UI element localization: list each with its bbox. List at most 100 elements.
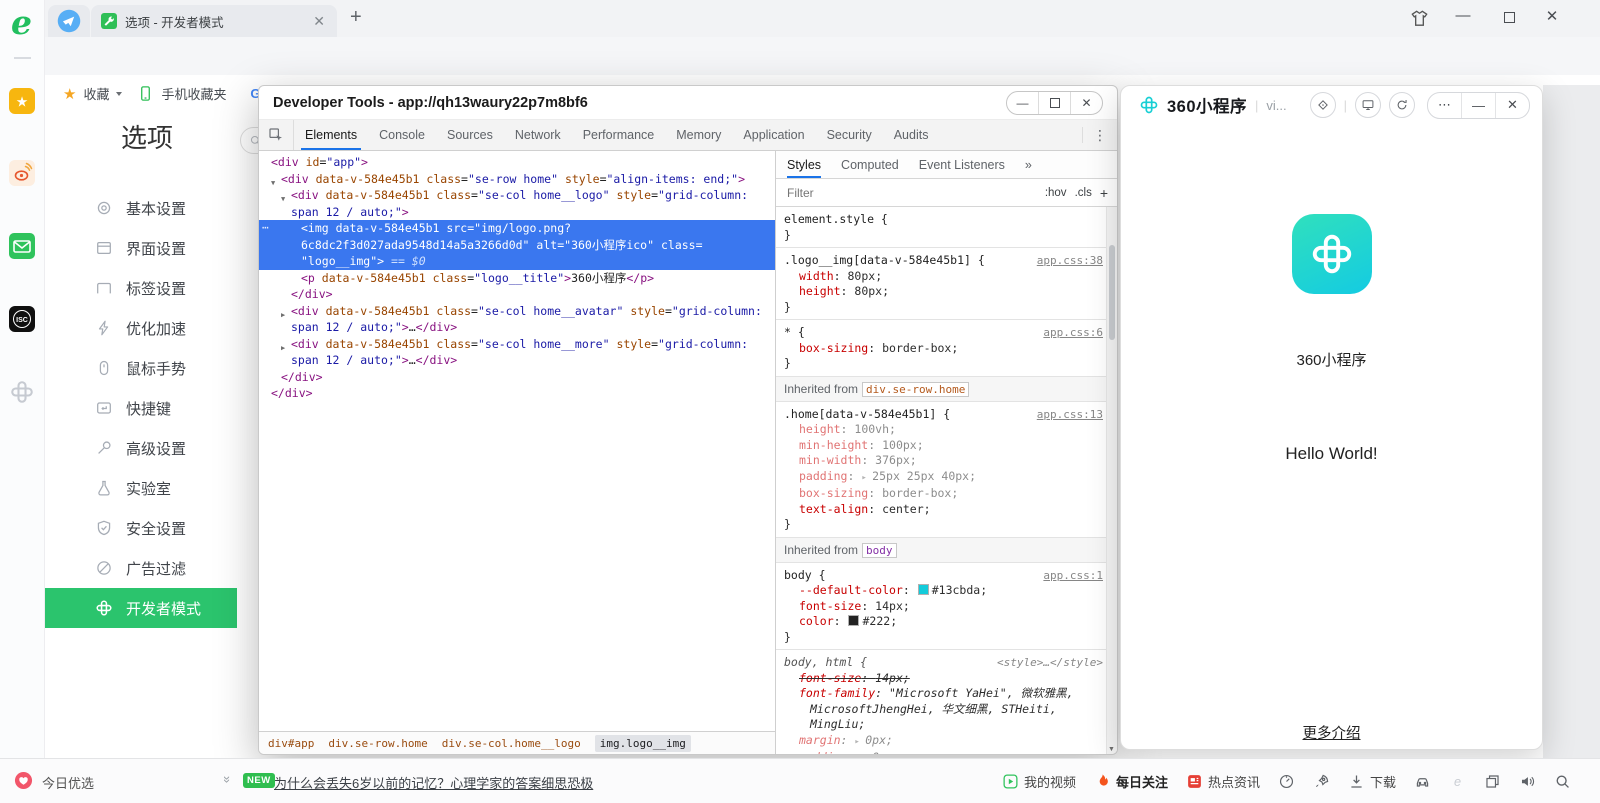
more-info-link[interactable]: 更多介绍 xyxy=(1121,722,1542,743)
dom-tree-line[interactable]: ▶<div data-v-584e45b1 class="se-col home… xyxy=(259,336,775,353)
color-swatch[interactable] xyxy=(918,584,929,595)
inherited-node-chip[interactable]: div.se-row.home xyxy=(862,382,969,397)
miniapp-more-button[interactable]: ⋯ xyxy=(1428,93,1461,118)
devtools-menu-icon[interactable]: ⋮ xyxy=(1082,127,1117,143)
css-property[interactable]: font-size: 14px; xyxy=(784,671,1103,687)
styles-filter-input[interactable] xyxy=(785,185,1037,201)
isc-icon[interactable]: ISC xyxy=(9,306,35,332)
css-selector[interactable]: element.style { xyxy=(784,212,888,228)
css-property[interactable]: padding: ▸ 0px; xyxy=(784,750,1103,754)
mobile-favorites-label[interactable]: 手机收藏夹 xyxy=(161,84,226,103)
css-source-link[interactable]: <style>…</style> xyxy=(989,655,1103,671)
collapse-chevron-icon[interactable]: » xyxy=(220,776,235,783)
sidebar-item-lab[interactable]: 实验室 xyxy=(45,468,237,508)
dom-tree-line[interactable]: ⋯<img data-v-584e45b1 src="img/logo.png? xyxy=(259,220,775,237)
devtools-tab-elements[interactable]: Elements xyxy=(294,120,368,150)
statusbar-flame-item[interactable]: 每日关注 xyxy=(1094,772,1168,791)
heart-icon[interactable] xyxy=(14,771,33,790)
devtools-tab-memory[interactable]: Memory xyxy=(665,120,732,150)
dom-tree-line[interactable]: ▶<div data-v-584e45b1 class="se-col home… xyxy=(259,303,775,320)
sidebar-item-hotkeys[interactable]: 快捷键 xyxy=(45,388,237,428)
mail-icon[interactable] xyxy=(9,233,35,259)
dom-tree-line[interactable]: <p data-v-584e45b1 class="logo__title">3… xyxy=(259,270,775,287)
miniapp-about-button[interactable] xyxy=(1310,92,1336,118)
tab-close-icon[interactable]: ✕ xyxy=(311,13,327,30)
css-property[interactable]: margin: ▸ 0px; xyxy=(784,733,1103,751)
expand-shorthand-icon[interactable]: ▸ xyxy=(861,473,872,483)
scrollbar-thumb[interactable] xyxy=(1109,245,1115,340)
css-property[interactable]: text-align: center; xyxy=(784,502,1103,518)
css-property[interactable]: --default-color: #13cbda; xyxy=(784,583,1103,599)
statusbar-speaker-button[interactable] xyxy=(1519,773,1536,790)
rail-collapse-handle[interactable] xyxy=(14,57,31,59)
sidebar-item-speedup[interactable]: 优化加速 xyxy=(45,308,237,348)
dom-tree-line[interactable]: ▼<div data-v-584e45b1 class="se-row home… xyxy=(259,171,775,188)
css-property[interactable]: height: 100vh; xyxy=(784,422,1103,438)
breadcrumb-node[interactable]: img.logo__img xyxy=(595,735,691,752)
css-selector[interactable]: .home[data-v-584e45b1] { xyxy=(784,407,950,423)
hov-toggle[interactable]: :hov xyxy=(1045,187,1067,199)
favorites-label[interactable]: 收藏 xyxy=(83,84,109,103)
miniapp-close-button[interactable]: ✕ xyxy=(1495,93,1529,118)
devtools-tab-performance[interactable]: Performance xyxy=(572,120,666,150)
theme-skin-icon[interactable] xyxy=(1409,8,1430,29)
css-property[interactable]: box-sizing: border-box; xyxy=(784,341,1103,357)
window-restore-button[interactable] xyxy=(1498,10,1520,27)
devtools-minimize-button[interactable]: — xyxy=(1007,92,1038,114)
devtools-maximize-button[interactable] xyxy=(1038,92,1070,114)
css-source-link[interactable]: app.css:38 xyxy=(1029,253,1103,269)
scrollbar-down-icon[interactable]: ▼ xyxy=(1108,746,1115,753)
sidebar-item-interface[interactable]: 界面设置 xyxy=(45,228,237,268)
statusbar-winstack-button[interactable] xyxy=(1484,773,1501,790)
styles-pane-tab-styles[interactable]: Styles xyxy=(787,151,821,178)
sidebar-item-adblock[interactable]: 广告过滤 xyxy=(45,548,237,588)
sidebar-item-devmode[interactable]: 开发者模式 xyxy=(45,588,237,628)
devtools-close-button[interactable]: ✕ xyxy=(1070,92,1102,114)
cls-toggle[interactable]: .cls xyxy=(1075,187,1092,199)
dom-tree-line[interactable]: ▼<div data-v-584e45b1 class="se-col home… xyxy=(259,187,775,204)
statusbar-speed-button[interactable] xyxy=(1278,773,1295,790)
css-property[interactable]: box-sizing: border-box; xyxy=(784,486,1103,502)
styles-pane-tab-event-listeners[interactable]: Event Listeners xyxy=(919,151,1005,178)
devtools-tab-console[interactable]: Console xyxy=(368,120,436,150)
dom-tree-line[interactable]: span 12 / auto;"> xyxy=(259,204,775,221)
statusbar-rocket-button[interactable] xyxy=(1313,773,1330,790)
pinned-tab[interactable] xyxy=(48,5,90,37)
new-style-rule-button[interactable]: + xyxy=(1100,185,1108,201)
news-headline-link[interactable]: 为什么会丢失6岁以前的记忆？心理学家的答案细思恐极 xyxy=(274,773,593,792)
statusbar-magnifier-button[interactable] xyxy=(1554,773,1571,790)
sidebar-item-basic[interactable]: 基本设置 xyxy=(45,188,237,228)
css-property[interactable]: font-family: "Microsoft YaHei", 微软雅黑, Mi… xyxy=(784,686,1103,733)
inspect-element-icon[interactable] xyxy=(259,120,294,150)
statusbar-video-item[interactable]: 我的视频 xyxy=(1002,772,1076,791)
dom-tree-line[interactable]: </div> xyxy=(259,286,775,303)
css-source-link[interactable]: app.css:13 xyxy=(1029,407,1103,423)
inherited-node-chip[interactable]: body xyxy=(862,543,897,558)
devtools-tab-audits[interactable]: Audits xyxy=(883,120,940,150)
css-selector[interactable]: * { xyxy=(784,325,805,341)
css-property[interactable]: min-width: 376px; xyxy=(784,453,1103,469)
active-tab[interactable]: 选项 - 开发者模式 ✕ xyxy=(91,5,337,37)
dom-tree-line[interactable]: span 12 / auto;">…</div> xyxy=(259,352,775,369)
statusbar-ie-button[interactable]: e xyxy=(1449,773,1466,790)
window-minimize-button[interactable]: — xyxy=(1452,7,1474,24)
dom-tree-line[interactable]: "logo__img"> == $0 xyxy=(259,253,775,270)
css-selector[interactable]: body { xyxy=(784,568,826,584)
daily-picks-label[interactable]: 今日优选 xyxy=(42,773,94,792)
css-property[interactable]: min-height: 100px; xyxy=(784,438,1103,454)
css-property[interactable]: padding: ▸ 25px 25px 40px; xyxy=(784,469,1103,487)
devtools-titlebar[interactable]: Developer Tools - app://qh13waury22p7m8b… xyxy=(259,86,1117,119)
expand-shorthand-icon[interactable]: ▸ xyxy=(854,737,865,747)
favorites-dropdown-icon[interactable] xyxy=(116,92,122,96)
breadcrumb-node[interactable]: div.se-row.home xyxy=(328,737,427,750)
color-swatch[interactable] xyxy=(848,615,859,626)
new-tab-button[interactable]: + xyxy=(350,6,362,29)
star-icon[interactable]: ★ xyxy=(9,88,35,114)
sidebar-item-security[interactable]: 安全设置 xyxy=(45,508,237,548)
miniapp-desktop-button[interactable] xyxy=(1355,92,1381,118)
css-property[interactable]: width: 80px; xyxy=(784,269,1103,285)
css-selector[interactable]: body, html { xyxy=(784,655,867,671)
sidebar-item-advanced[interactable]: 高级设置 xyxy=(45,428,237,468)
css-property[interactable]: color: #222; xyxy=(784,614,1103,630)
css-source-link[interactable]: app.css:6 xyxy=(1035,325,1103,341)
